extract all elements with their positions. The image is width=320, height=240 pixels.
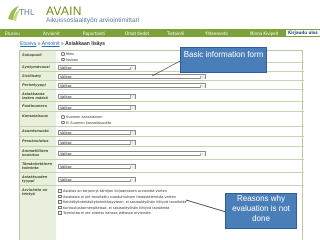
callout-reasons-not-done: Reasons why evaluation is not done [225,193,297,229]
breadcrumb-separator: » [60,41,64,47]
form-row-basic-education: Pesukoulutus Valitse [20,137,304,147]
field-label: Pesukoulutus [20,137,56,146]
radio-non-citizen[interactable]: Ei Suomen kansalaisuutta [61,121,111,125]
current-activity-select[interactable]: Valitse [58,164,136,169]
family-type-select[interactable]: Valitse [58,83,206,88]
field-label: Asiakkaana lasten määrä [20,90,56,101]
basic-education-select[interactable]: Valitse [58,139,136,145]
children-count-select[interactable]: Valitse [58,93,136,99]
breadcrumb: Etusivu » Arvioinit » Asiakkaan lisäys [20,41,105,47]
logout-button[interactable]: Kirjaudu ulos [286,29,320,37]
field-label: Asiakkuuden tyyppi [20,173,56,185]
checkbox-box [58,200,62,204]
checkbox-box [58,194,62,199]
breadcrumb-section[interactable]: Arvioinit [42,41,60,47]
checkbox-box [58,211,62,215]
client-type-select[interactable]: Valitse [58,177,136,182]
radio-dot [61,120,65,125]
radio-dot [61,57,65,62]
top-navigation: Etusivu Arvioinit Raportointi Omat tiedo… [0,29,320,37]
form-row-citizenship: Kansalaisuus Suomen kansalainen Ei Suome… [20,112,304,127]
radio-dot [61,115,65,119]
form-row-family-type: Perhetyyppi Valitse [20,81,304,90]
breadcrumb-current: Asiakkaan lisäys [65,41,106,47]
field-label: Ammatillinen koulutus [20,147,56,159]
form-row-postal-code: Postinumero Valitse [20,102,304,112]
reason-checkbox[interactable]: Kehitätyöntekäsityönteikäisyyteen, ei so… [58,200,186,204]
radio-finnish-citizen[interactable]: Suomen kansalainen [61,115,102,119]
app-title: AVAIN [46,4,82,18]
nav-item-omat-tiedot[interactable]: Omat tiedot [125,31,149,36]
callout-basic-information: Basic information form [180,47,267,73]
nav-item-arvioinit[interactable]: Arvioinit [43,31,60,36]
radio-female[interactable]: Nainen [61,58,78,62]
nav-item-tietoindi[interactable]: Tietoindi [167,31,184,36]
breadcrumb-separator: » [37,41,41,47]
field-label: Tämänhetkinen toiminta [20,160,56,172]
field-label: Siviilisäty [20,72,56,80]
housing-select[interactable]: Valitse [58,129,136,135]
user-name: Minna Kivipelt [250,30,279,36]
breadcrumb-home[interactable]: Etusivu [20,41,36,47]
radio-dot [61,52,65,56]
form-row-current-activity: Tämänhetkinen toiminta Valitse [20,160,304,173]
app-header: THL AVAIN Aikuissosiaalityön arviointimi… [0,0,320,29]
birth-year-select[interactable]: Valitse [58,65,136,70]
field-label: Postinumero [20,102,56,111]
postal-code-select[interactable]: Valitse [58,104,136,110]
reason-checkbox[interactable]: Asiakas on tarjannyt tahtijan kirjaamise… [58,189,167,193]
nav-item-raportointi[interactable]: Raportointi [83,31,105,36]
checkbox-box [58,205,62,210]
form-row-children-count: Asiakkaana lasten määrä Valitse [20,90,304,102]
field-label: Kansalaisuus [20,112,56,126]
logo-text: THL [18,8,35,17]
form-row-client-type: Asiakkuuden tyyppi Valitse [20,173,304,186]
vocational-education-select[interactable]: Valitse [58,151,206,156]
nav-item-etusivu[interactable]: Etusivu [5,31,20,36]
field-label: Syntymävuosi [20,63,56,71]
field-label: Perhetyyppi [20,81,56,89]
field-label: Arviointia on tehtyä [20,186,56,240]
form-row-marital-status: Siviilisäty Valitse [20,72,304,81]
reason-checkbox[interactable]: Asiakasta ei ole tavoitettu suostumuksen… [58,195,176,199]
field-label: Sukupuoli [20,51,56,62]
marital-status-select[interactable]: Valitse [58,74,206,79]
reason-checkbox[interactable]: Kuntoutustoimenpiteissä, ei sosiaalityöh… [58,206,169,210]
form-row-vocational-education: Ammatillinen koulutus Valitse [20,147,304,160]
form-row-housing: Asumismuoto Valitse [20,127,304,137]
app-subtitle: Aikuissosiaalityön arviointimittari [46,17,140,24]
nav-item-yhteenveto[interactable]: Yhteenveto [205,31,228,36]
reason-checkbox[interactable]: Toimintaa ei ole alitettu kanssa jatkoss… [58,211,150,215]
checkbox-box [58,189,62,193]
field-label: Asumismuoto [20,127,56,136]
thl-logo-icon: THL [8,6,35,21]
radio-male[interactable]: Mies [61,52,74,56]
